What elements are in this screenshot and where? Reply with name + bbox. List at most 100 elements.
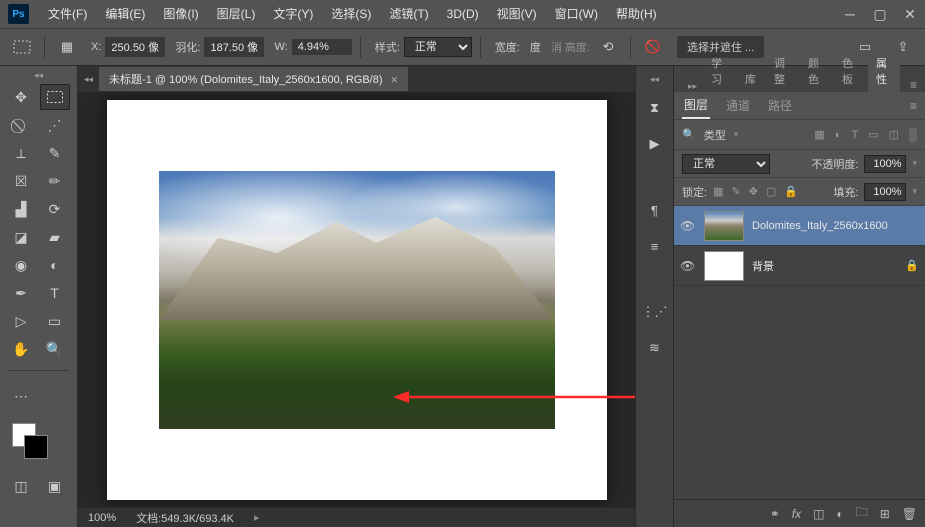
brush-tool[interactable]: ✏ — [40, 168, 70, 194]
eraser-tool[interactable]: ◪ — [6, 224, 36, 250]
artboard[interactable] — [107, 100, 607, 500]
edit-toolbar-icon[interactable]: ⋯ — [6, 383, 36, 409]
play-panel-icon[interactable]: ▶ — [643, 132, 667, 156]
blur-tool[interactable]: ◉ — [6, 252, 36, 278]
layer-row[interactable]: 👁 背景 🔒 — [674, 246, 925, 286]
layer-mask-icon[interactable]: ◫ — [813, 507, 824, 521]
lasso-tool[interactable]: ⃠ — [6, 112, 36, 138]
history-brush-tool[interactable]: ⟳ — [40, 196, 70, 222]
menu-type[interactable]: 文字(Y) — [264, 0, 322, 28]
filter-adjust-icon[interactable]: ◐ — [835, 129, 842, 141]
tab-paths[interactable]: 路径 — [766, 93, 794, 118]
panel-flyout-icon[interactable]: ≡ — [902, 78, 925, 92]
tab-adjustments[interactable]: 调整 — [766, 50, 798, 92]
brushsettings-panel-icon[interactable]: ≋ — [643, 336, 667, 360]
quick-mask-tool[interactable]: ◫ — [6, 473, 36, 499]
layer-name[interactable]: Dolomites_Italy_2560x1600 — [752, 220, 919, 232]
layer-thumbnail[interactable] — [704, 211, 744, 241]
menu-image[interactable]: 图像(I) — [154, 0, 207, 28]
move-tool[interactable]: ✥ — [6, 84, 36, 110]
marquee-tool[interactable] — [40, 84, 70, 110]
menu-help[interactable]: 帮助(H) — [607, 0, 666, 28]
zoom-level[interactable]: 100% — [88, 512, 116, 524]
menu-layer[interactable]: 图层(L) — [208, 0, 265, 28]
maximize-button[interactable]: ▢ — [865, 0, 895, 28]
style-select[interactable]: 正常 — [404, 37, 472, 57]
character-panel-icon[interactable]: ≡ — [643, 234, 667, 258]
lock-transparent-icon[interactable]: ▦ — [713, 185, 723, 198]
brush-panel-icon[interactable]: ⋮⋰ — [643, 300, 667, 324]
menu-file[interactable]: 文件(F) — [39, 0, 96, 28]
lock-pixels-icon[interactable]: ✎ — [731, 185, 740, 198]
menu-edit[interactable]: 编辑(E) — [96, 0, 154, 28]
screen-mode-tool[interactable]: ▣ — [40, 473, 70, 499]
filter-toggle-icon[interactable] — [909, 128, 917, 142]
tab-expand-icon[interactable]: ◂◂ — [78, 74, 99, 85]
hand-tool[interactable]: ✋ — [6, 336, 36, 362]
panel-expand-icon[interactable]: ▸▸ — [682, 81, 701, 92]
crop-tool[interactable]: ⟂ — [6, 140, 36, 166]
tab-libraries[interactable]: 库 — [737, 66, 764, 92]
visibility-eye-icon[interactable]: 👁 — [680, 259, 696, 273]
layer-row[interactable]: 👁 Dolomites_Italy_2560x1600 — [674, 206, 925, 246]
opacity-input[interactable]: 100% — [864, 155, 906, 173]
fill-input[interactable]: 100% — [864, 183, 906, 201]
group-layers-icon[interactable]: 🗀 — [856, 503, 868, 524]
dodge-tool[interactable]: ◐ — [40, 252, 70, 278]
blend-mode-select[interactable]: 正常 — [682, 154, 770, 174]
tab-color[interactable]: 颜色 — [800, 50, 832, 92]
menu-window[interactable]: 窗口(W) — [546, 0, 607, 28]
zoom-tool[interactable]: 🔍 — [40, 336, 70, 362]
visibility-eye-icon[interactable]: 👁 — [680, 219, 696, 233]
tab-swatches[interactable]: 色板 — [834, 50, 866, 92]
toolbar-collapse-icon[interactable]: ◂◂ — [0, 70, 77, 82]
layer-name[interactable]: 背景 — [752, 258, 897, 274]
close-button[interactable]: ✕ — [895, 0, 925, 28]
filter-shape-icon[interactable]: ▭ — [868, 128, 878, 141]
gradient-tool[interactable]: ▰ — [40, 224, 70, 250]
lock-all-icon[interactable]: 🔒 — [784, 185, 798, 198]
new-layer-icon[interactable]: ⊞ — [880, 507, 890, 521]
selection-new-icon[interactable]: ▦ — [53, 33, 81, 61]
adjustment-layer-icon[interactable]: ◐ — [836, 507, 843, 521]
document-tab[interactable]: 未标题-1 @ 100% (Dolomites_Italy_2560x1600,… — [99, 67, 408, 91]
shape-tool[interactable]: ▭ — [40, 308, 70, 334]
placed-image[interactable] — [159, 171, 555, 429]
lock-artboard-icon[interactable]: ▢ — [766, 185, 776, 198]
minimize-button[interactable]: ─ — [835, 0, 865, 28]
tab-channels[interactable]: 通道 — [724, 93, 752, 118]
menu-3d[interactable]: 3D(D) — [438, 0, 488, 28]
w-input[interactable]: 4.94% — [292, 39, 352, 55]
link-icon[interactable]: ⟲ — [594, 33, 622, 61]
marquee-tool-preset-icon[interactable] — [8, 33, 36, 61]
paragraph-panel-icon[interactable]: ¶ — [643, 198, 667, 222]
close-tab-icon[interactable]: × — [391, 72, 399, 87]
clone-stamp-tool[interactable]: ▟ — [6, 196, 36, 222]
type-tool[interactable]: T — [40, 280, 70, 306]
layer-thumbnail[interactable] — [704, 251, 744, 281]
color-swatches[interactable] — [0, 423, 77, 467]
canvas-viewport[interactable] — [78, 92, 635, 507]
layer-filter-select[interactable]: 类型 — [704, 127, 726, 143]
healing-brush-tool[interactable]: ☒ — [6, 168, 36, 194]
menu-filter[interactable]: 滤镜(T) — [380, 0, 437, 28]
layer-fx-icon[interactable]: fx — [792, 507, 801, 521]
dock-expand-icon[interactable]: ◂◂ — [644, 74, 665, 84]
pen-tool[interactable]: ✒ — [6, 280, 36, 306]
history-panel-icon[interactable]: ⧗ — [643, 96, 667, 120]
x-input[interactable]: 250.50 像 — [105, 37, 165, 57]
tab-learn[interactable]: 学习 — [703, 50, 735, 92]
tab-properties[interactable]: 属性 — [868, 50, 900, 92]
link-layers-icon[interactable]: ⚭ — [770, 507, 780, 521]
lock-position-icon[interactable]: ✥ — [749, 185, 758, 198]
menu-view[interactable]: 视图(V) — [488, 0, 546, 28]
quick-select-tool[interactable]: ⋰ — [40, 112, 70, 138]
filter-type-icon[interactable]: T — [851, 129, 858, 141]
tab-layers[interactable]: 图层 — [682, 92, 710, 119]
filter-pixel-icon[interactable]: ▦ — [814, 128, 824, 141]
menu-select[interactable]: 选择(S) — [322, 0, 380, 28]
feather-input[interactable]: 187.50 像 — [204, 37, 264, 57]
eyedropper-tool[interactable]: ✎ — [40, 140, 70, 166]
background-swatch[interactable] — [24, 435, 48, 459]
layers-flyout-icon[interactable]: ≡ — [910, 99, 925, 113]
